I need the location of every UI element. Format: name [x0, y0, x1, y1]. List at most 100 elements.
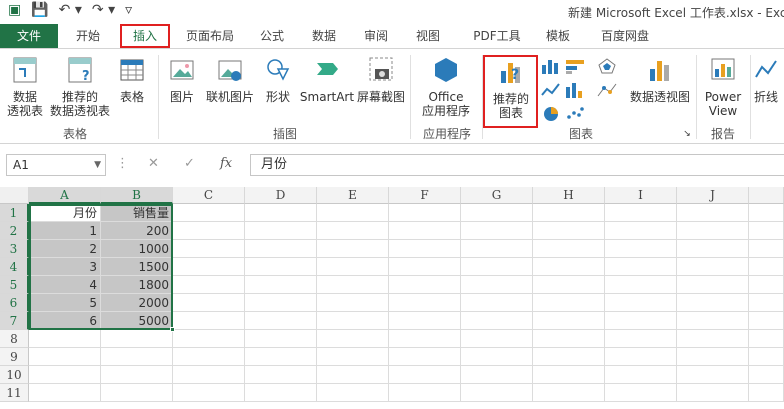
- pivot-table-button[interactable]: 数据 透视表: [4, 55, 46, 118]
- column-header[interactable]: F: [389, 187, 461, 204]
- cell-b4[interactable]: 1500: [101, 258, 173, 276]
- empty-cell[interactable]: [533, 258, 605, 276]
- empty-cell[interactable]: [677, 204, 749, 222]
- column-header[interactable]: B: [101, 187, 173, 204]
- column-header[interactable]: D: [245, 187, 317, 204]
- empty-cell[interactable]: [533, 366, 605, 384]
- empty-cell[interactable]: [245, 366, 317, 384]
- empty-cell[interactable]: [245, 258, 317, 276]
- tab-home[interactable]: 开始: [66, 24, 110, 48]
- line-chart-button[interactable]: [540, 81, 562, 102]
- screenshot-button[interactable]: 屏幕截图: [356, 55, 406, 104]
- empty-cell[interactable]: [533, 312, 605, 330]
- drag-handle-icon[interactable]: ⋮: [116, 156, 129, 171]
- empty-cell[interactable]: [461, 276, 533, 294]
- empty-cell[interactable]: [677, 348, 749, 366]
- empty-cell[interactable]: [317, 330, 389, 348]
- cell-b3[interactable]: 1000: [101, 240, 173, 258]
- empty-cell[interactable]: [533, 330, 605, 348]
- empty-cell[interactable]: [461, 258, 533, 276]
- cell-b7[interactable]: 5000: [101, 312, 173, 330]
- empty-cell[interactable]: [605, 294, 677, 312]
- empty-cell[interactable]: [749, 312, 784, 330]
- sparkline-line-button[interactable]: 折线: [754, 55, 784, 104]
- cell-a4[interactable]: 3: [29, 258, 101, 276]
- empty-cell[interactable]: [29, 348, 101, 366]
- row-header[interactable]: 3: [0, 240, 29, 258]
- empty-cell[interactable]: [677, 294, 749, 312]
- name-box[interactable]: A1 ▼: [6, 154, 106, 176]
- column-header[interactable]: I: [605, 187, 677, 204]
- column-header[interactable]: E: [317, 187, 389, 204]
- row-header[interactable]: 11: [0, 384, 29, 402]
- empty-cell[interactable]: [605, 240, 677, 258]
- empty-cell[interactable]: [173, 384, 245, 402]
- empty-cell[interactable]: [245, 312, 317, 330]
- empty-cell[interactable]: [749, 276, 784, 294]
- empty-cell[interactable]: [173, 366, 245, 384]
- smartart-button[interactable]: SmartArt: [298, 55, 356, 104]
- empty-cell[interactable]: [317, 348, 389, 366]
- empty-cell[interactable]: [317, 384, 389, 402]
- empty-cell[interactable]: [173, 294, 245, 312]
- tab-pdf-tools[interactable]: PDF工具: [464, 24, 530, 48]
- empty-cell[interactable]: [245, 204, 317, 222]
- empty-cell[interactable]: [749, 240, 784, 258]
- combo-chart-button[interactable]: [596, 81, 618, 102]
- empty-cell[interactable]: [461, 330, 533, 348]
- column-header[interactable]: H: [533, 187, 605, 204]
- empty-cell[interactable]: [317, 276, 389, 294]
- empty-cell[interactable]: [245, 348, 317, 366]
- empty-cell[interactable]: [605, 366, 677, 384]
- empty-cell[interactable]: [461, 222, 533, 240]
- empty-cell[interactable]: [173, 258, 245, 276]
- empty-cell[interactable]: [389, 222, 461, 240]
- empty-cell[interactable]: [29, 366, 101, 384]
- cancel-icon[interactable]: ✕: [148, 156, 159, 171]
- row-header[interactable]: 10: [0, 366, 29, 384]
- empty-cell[interactable]: [461, 366, 533, 384]
- empty-cell[interactable]: [389, 276, 461, 294]
- undo-icon[interactable]: ↶ ▾: [59, 2, 82, 18]
- empty-cell[interactable]: [317, 312, 389, 330]
- select-all-corner[interactable]: [0, 187, 29, 204]
- empty-cell[interactable]: [389, 330, 461, 348]
- cell-a2[interactable]: 1: [29, 222, 101, 240]
- charts-dialog-launcher[interactable]: ↘: [682, 127, 692, 141]
- empty-cell[interactable]: [749, 384, 784, 402]
- cell-b1[interactable]: 销售量: [101, 204, 173, 222]
- empty-cell[interactable]: [389, 384, 461, 402]
- empty-cell[interactable]: [389, 366, 461, 384]
- empty-cell[interactable]: [749, 258, 784, 276]
- empty-cell[interactable]: [605, 384, 677, 402]
- row-header[interactable]: 9: [0, 348, 29, 366]
- row-header[interactable]: 2: [0, 222, 29, 240]
- tab-file[interactable]: 文件: [0, 24, 58, 48]
- empty-cell[interactable]: [245, 222, 317, 240]
- empty-cell[interactable]: [533, 294, 605, 312]
- online-pictures-button[interactable]: 联机图片: [202, 55, 258, 104]
- fill-handle[interactable]: [170, 327, 175, 332]
- cell-a3[interactable]: 2: [29, 240, 101, 258]
- insert-function-icon[interactable]: fx: [220, 156, 232, 171]
- tab-templates[interactable]: 模板: [538, 24, 578, 48]
- empty-cell[interactable]: [173, 204, 245, 222]
- cell-a1[interactable]: 月份: [29, 204, 101, 222]
- empty-cell[interactable]: [173, 312, 245, 330]
- empty-cell[interactable]: [317, 258, 389, 276]
- empty-cell[interactable]: [245, 330, 317, 348]
- empty-cell[interactable]: [101, 348, 173, 366]
- empty-cell[interactable]: [533, 276, 605, 294]
- pivot-chart-button[interactable]: 数据透视图: [630, 55, 690, 104]
- column-header[interactable]: G: [461, 187, 533, 204]
- empty-cell[interactable]: [389, 204, 461, 222]
- scatter-chart-button[interactable]: [564, 105, 586, 126]
- column-header[interactable]: J: [677, 187, 749, 204]
- empty-cell[interactable]: [677, 258, 749, 276]
- empty-cell[interactable]: [533, 348, 605, 366]
- empty-cell[interactable]: [605, 204, 677, 222]
- empty-cell[interactable]: [677, 366, 749, 384]
- tab-formulas[interactable]: 公式: [252, 24, 292, 48]
- empty-cell[interactable]: [317, 222, 389, 240]
- redo-icon[interactable]: ↷ ▾: [92, 2, 115, 18]
